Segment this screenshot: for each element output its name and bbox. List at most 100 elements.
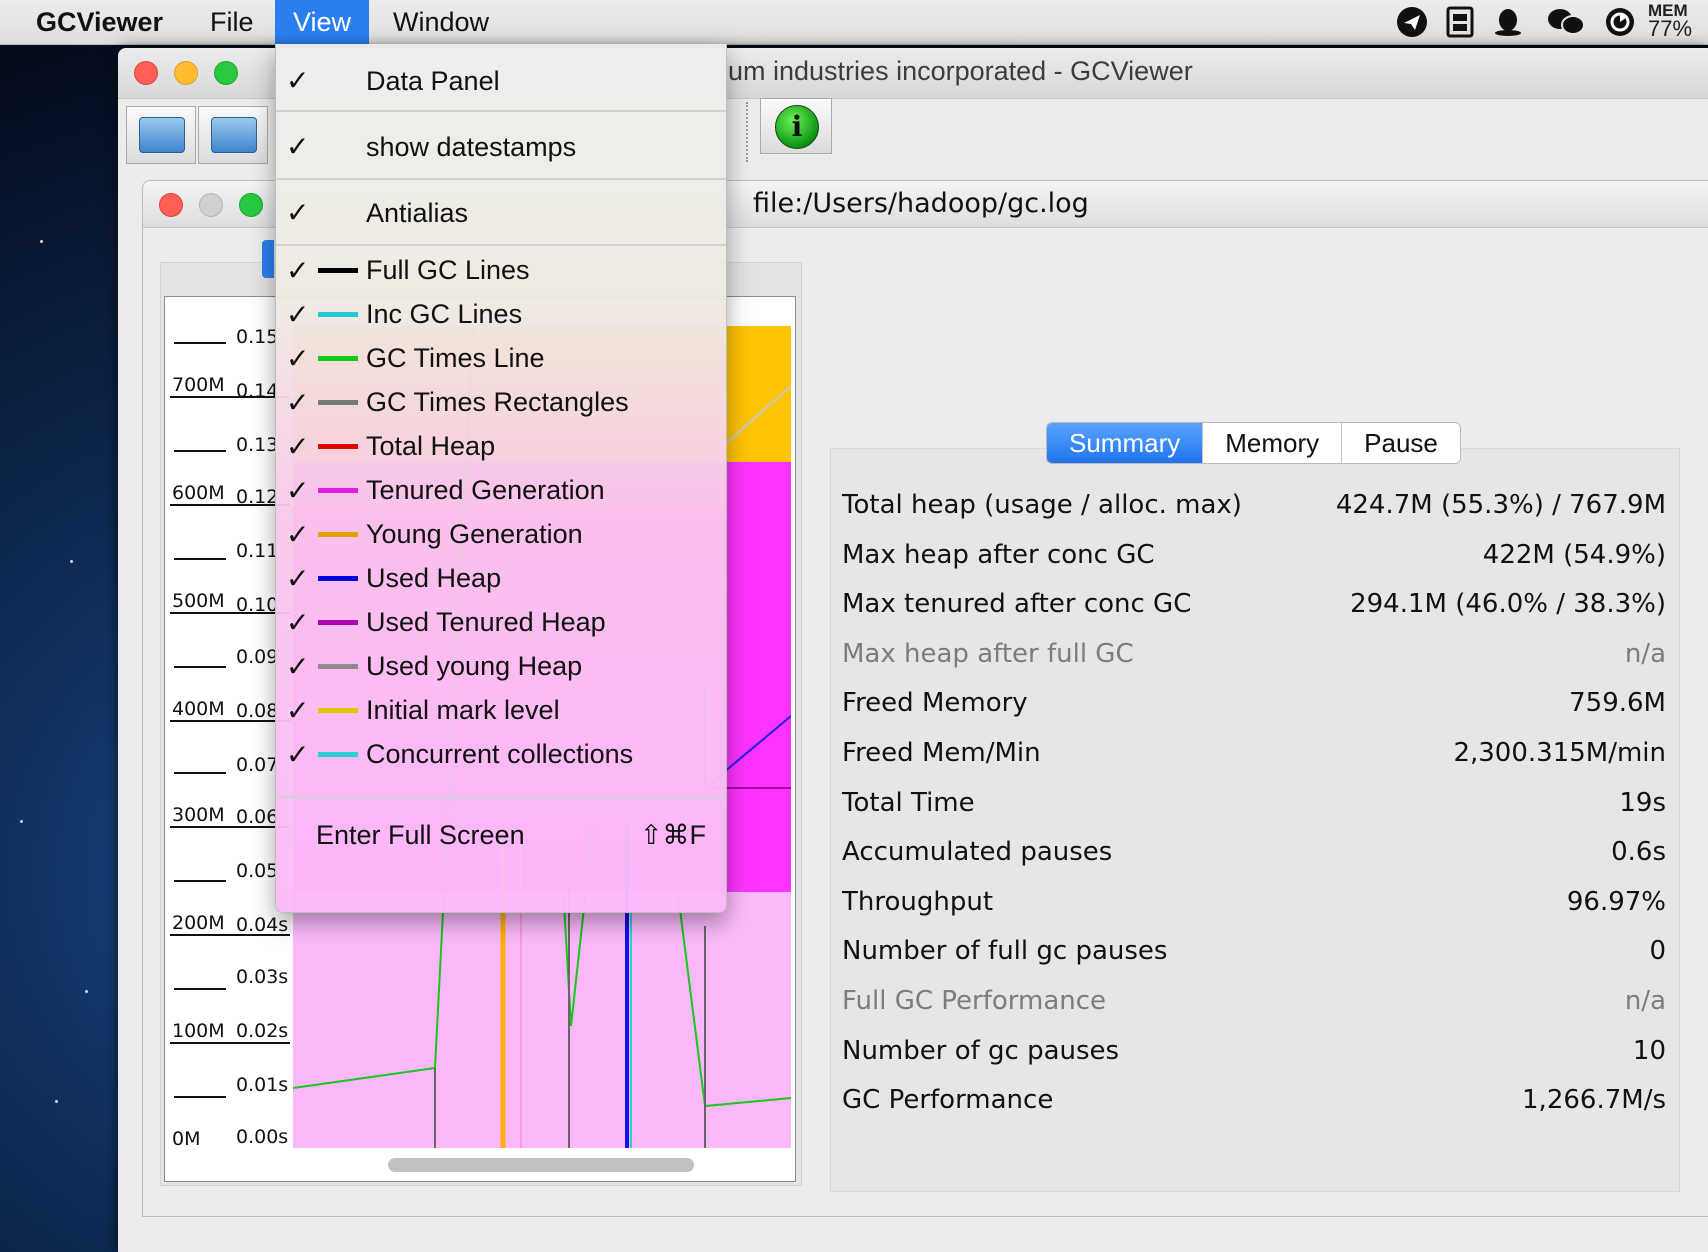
menu-item-used-tenured-heap[interactable]: ✓ Used Tenured Heap [276,600,726,644]
send-icon[interactable] [1396,6,1428,38]
axis-tick [174,666,226,668]
axis-tick [174,342,226,344]
time-label: 0.07 [236,754,279,776]
line-color-swatch [318,708,358,713]
time-label: 0.05 [236,860,279,882]
line-color-swatch [318,400,358,405]
menu-separator [276,178,726,180]
menu-item-young-generation[interactable]: ✓ Young Generation [276,512,726,556]
chart-horizontal-scrollbar[interactable] [388,1158,694,1172]
menu-view[interactable]: View [275,0,370,44]
star [85,990,88,993]
open-url-button[interactable] [198,106,268,164]
close-button[interactable] [134,61,158,85]
wechat-icon[interactable] [1546,6,1586,38]
zoom-button[interactable] [214,61,238,85]
menu-window[interactable]: Window [375,0,507,44]
menu-item-shortcut: ⇧⌘F [639,820,706,850]
minimize-button[interactable] [174,61,198,85]
menu-item-used-heap[interactable]: ✓ Used Heap [276,556,726,600]
menu-item-gc-times-line[interactable]: ✓ GC Times Line [276,336,726,380]
summary-row-value: n/a [1624,985,1666,1016]
summary-row-label: Full GC Performance [842,985,1107,1016]
menu-item-full-gc-lines[interactable]: ✓ Full GC Lines [276,248,726,292]
check-icon: ✓ [286,131,310,162]
check-icon: ✓ [286,255,310,286]
tab-memory[interactable]: Memory [1202,423,1341,463]
sync-icon[interactable] [1604,6,1636,38]
menu-item-used-young-heap[interactable]: ✓ Used young Heap [276,644,726,688]
time-label: 0.03s [236,966,289,988]
time-label: 0.15 [236,326,279,348]
tab-summary[interactable]: Summary [1047,423,1203,463]
menu-item-tenured-generation[interactable]: ✓ Tenured Generation [276,468,726,512]
tab-pause[interactable]: Pause [1341,423,1460,463]
menu-item-initial-mark-level[interactable]: ✓ Initial mark level [276,688,726,732]
doc-minimize-button[interactable] [199,193,223,217]
menu-item-concurrent-collections[interactable]: ✓ Concurrent collections [276,732,726,776]
check-icon: ✓ [286,65,310,96]
summary-row-value: 424.7M (55.3%) / 767.9M [1335,490,1666,520]
heap-label: 300M [172,804,225,826]
qq-penguin-icon[interactable] [1492,6,1524,38]
check-icon: ✓ [286,739,310,770]
menu-separator [276,110,726,112]
axis-tick [170,504,290,506]
summary-row-label: Number of full gc pauses [842,936,1168,967]
menu-item-label: Used young Heap [366,651,583,681]
menu-item-data-panel[interactable]: ✓ Data Panel [276,56,726,106]
menu-item-label: Tenured Generation [366,475,605,505]
summary-row-value: 294.1M (46.0% / 38.3%) [1350,589,1666,620]
star [40,240,43,243]
doc-zoom-button[interactable] [239,193,263,217]
film-icon[interactable] [1444,6,1476,38]
menu-item-enter-full-screen[interactable]: Enter Full Screen ⇧⌘F [276,810,726,860]
summary-row: Number of full gc pauses 0 [836,926,1676,976]
heap-label: 600M [172,482,225,504]
summary-row-value: 96.97% [1566,886,1666,917]
menu-item-label: show datestamps [366,132,577,162]
summary-row-value: 1,266.7M/s [1522,1085,1666,1116]
star [20,820,23,823]
app-menu[interactable]: GCViewer [18,0,181,44]
summary-row-label: Total Time [842,787,975,818]
check-icon: ✓ [286,343,310,374]
chart-tab-edge[interactable] [262,240,274,278]
summary-row-label: Freed Memory [842,688,1028,719]
check-icon: ✓ [286,651,310,682]
menu-item-label: Inc GC Lines [366,299,523,329]
heap-label: 400M [172,698,225,720]
axis-tick [174,450,226,452]
time-label: 0.06 [236,806,279,828]
axis-tick [174,988,226,990]
toolbar-separator [746,102,750,162]
summary-row-value: 422M (54.9%) [1482,539,1666,570]
check-icon: ✓ [286,387,310,418]
menu-item-antialias[interactable]: ✓ Antialias [276,188,726,238]
menu-item-label: Enter Full Screen [316,820,525,850]
menu-separator [276,244,726,246]
line-color-swatch [318,444,358,449]
check-icon: ✓ [286,475,310,506]
menu-item-total-heap[interactable]: ✓ Total Heap [276,424,726,468]
time-label: 0.13 [236,434,279,456]
doc-close-button[interactable] [159,193,183,217]
menu-item-gc-times-rectangles[interactable]: ✓ GC Times Rectangles [276,380,726,424]
time-label: 0.01s [236,1074,289,1096]
folder-icon [211,117,257,153]
axis-tick [170,720,290,722]
line-color-swatch [318,356,358,361]
menu-item-label: Antialias [366,198,469,228]
folder-icon [139,117,185,153]
check-icon: ✓ [286,695,310,726]
summary-table: Total heap (usage / alloc. max) 424.7M (5… [836,480,1676,1125]
about-button[interactable]: i [760,98,832,154]
line-color-swatch [318,752,358,757]
menu-file[interactable]: File [192,0,272,44]
summary-row-label: Total heap (usage / alloc. max) [842,490,1242,520]
menu-item-label: Used Heap [366,563,502,593]
menu-item-inc-gc-lines[interactable]: ✓ Inc GC Lines [276,292,726,336]
open-file-button[interactable] [126,106,196,164]
summary-row-value: 0 [1649,936,1666,967]
menu-item-show-datestamps[interactable]: ✓ show datestamps [276,122,726,172]
